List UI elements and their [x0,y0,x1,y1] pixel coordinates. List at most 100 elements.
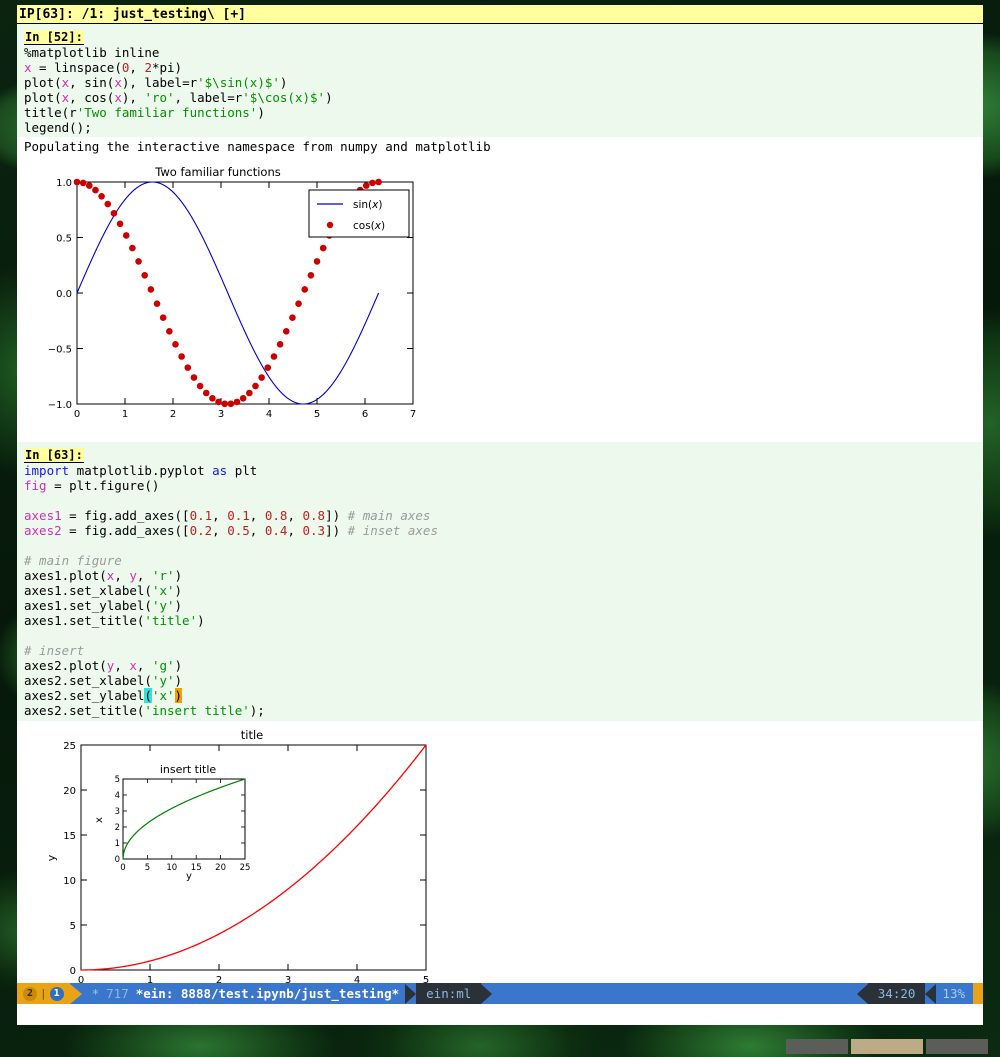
code-line: legend(); [17,120,983,135]
scroll-percent: 13% [942,986,965,1001]
window-number-badge-1[interactable]: 1 [50,987,64,1001]
chart1-title: Two familiar functions [154,165,281,179]
modified-marker: * [92,986,100,1001]
cell-2-prompt-row: In [63]: [17,442,983,463]
svg-text:0: 0 [120,863,125,873]
modeline-arrow-4 [857,984,868,1004]
taskbar-item-3[interactable] [926,1039,988,1054]
code-line: title(r'Two familiar functions') [17,105,983,120]
buffer-name[interactable]: *ein: 8888/test.ipynb/just_testing* [136,986,399,1001]
modeline-end-marker [973,983,983,1004]
chart2-ylabel: y [45,854,58,861]
svg-text:25: 25 [240,863,251,873]
svg-text:0.0: 0.0 [56,289,72,300]
cell-2-prompt[interactable]: In [63]: [24,448,84,463]
cell-1-figure: Two familiar functions 1.0 0.5 0.0 −0.5 … [17,154,983,422]
code-line: axes2 = fig.add_axes([0.2, 0.5, 0.4, 0.3… [17,523,983,538]
code-line: axes2.set_xlabel('y') [17,673,983,688]
svg-text:15: 15 [191,863,202,873]
chart-two-familiar-functions: Two familiar functions 1.0 0.5 0.0 −0.5 … [37,162,437,422]
major-mode: ein:ml [426,986,471,1001]
svg-text:6: 6 [362,409,368,420]
svg-text:1: 1 [115,839,120,849]
svg-text:25: 25 [63,741,76,752]
code-line: axes1.set_ylabel('y') [17,598,983,613]
cell-1-prompt[interactable]: In [52]: [24,30,84,45]
svg-text:0: 0 [115,855,120,865]
svg-text:7: 7 [410,409,416,420]
code-line: import matplotlib.pyplot as plt [17,463,983,478]
notebook-cell-1[interactable]: In [52]: %matplotlib inline x = linspace… [17,24,983,422]
modeline-major-mode-seg[interactable]: ein:ml [416,983,481,1004]
chart2-title: title [241,728,263,742]
code-line [17,628,983,643]
code-line [17,538,983,553]
svg-text:20: 20 [63,786,76,797]
svg-text:0: 0 [70,966,76,977]
notebook-cell-2[interactable]: In [63]: import matplotlib.pyplot as plt… [17,442,983,1004]
line-number: 717 [106,986,129,1001]
mode-line[interactable]: 2 | 1 * 717 *ein: 8888/test.ipynb/just_t… [17,983,983,1004]
svg-text:0.5: 0.5 [56,234,72,245]
modeline-arrow-1 [70,984,82,1004]
svg-text:3: 3 [218,409,224,420]
code-line: axes2.plot(y, x, 'g') [17,658,983,673]
taskbar[interactable] [786,1038,1000,1055]
chart1-legend-sin: sin(x) [353,199,382,211]
svg-text:15: 15 [63,831,76,842]
clock-time: 34:20 [878,986,916,1001]
svg-text:4: 4 [115,791,120,801]
chart2-inset-ylabel: x [94,817,105,823]
svg-text:5: 5 [115,775,120,785]
modeline-buffer-info[interactable]: * 717 *ein: 8888/test.ipynb/just_testing… [82,983,406,1004]
chart1-legend: sin(x) cos(x) [309,190,409,237]
svg-text:3: 3 [115,807,120,817]
modeline-window-numbers[interactable]: 2 | 1 [17,983,70,1004]
svg-text:2: 2 [115,823,120,833]
code-line: plot(x, sin(x), label=r'$\sin(x)$') [17,75,983,90]
svg-text:1.0: 1.0 [56,178,72,189]
chart1-legend-cos: cos(x) [353,220,385,232]
svg-text:20: 20 [215,863,226,873]
code-line: axes1.set_title('title') [17,613,983,628]
svg-text:10: 10 [63,876,76,887]
code-line: axes1.plot(x, y, 'r') [17,568,983,583]
code-line [17,493,983,508]
svg-text:1: 1 [122,409,128,420]
svg-text:−1.0: −1.0 [48,400,72,411]
svg-text:10: 10 [166,863,177,873]
cell-2-source[interactable]: import matplotlib.pyplot as plt fig = pl… [17,463,983,721]
taskbar-item-1[interactable] [786,1039,848,1054]
emacs-frame: IP[63]: /1: just_testing\ [+] In [52]: %… [17,5,983,1025]
code-line: x = linspace(0, 2*pi) [17,60,983,75]
badge-separator: | [40,987,47,1000]
cell-1-output-text: Populating the interactive namespace fro… [17,137,983,154]
code-line: # insert [17,643,983,658]
svg-text:5: 5 [314,409,320,420]
chart2-inset-title: insert title [160,763,217,776]
cell-1-source[interactable]: %matplotlib inline x = linspace(0, 2*pi)… [17,45,983,137]
svg-text:2: 2 [170,409,176,420]
modeline-percent-seg[interactable]: 13% [936,983,973,1004]
cell-2-figure: title y x 25 20 15 10 5 0 [17,721,983,1004]
modeline-arrow-5 [925,984,936,1004]
code-line: axes2.set_ylabel('x') [17,688,983,703]
code-line: axes1 = fig.add_axes([0.1, 0.1, 0.8, 0.8… [17,508,983,523]
text-cursor: ) [175,688,183,703]
modeline-arrow-3 [481,984,492,1004]
minibuffer[interactable] [17,1004,983,1025]
svg-text:5: 5 [145,863,150,873]
header-line: IP[63]: /1: just_testing\ [+] [17,5,983,24]
svg-text:0: 0 [74,409,80,420]
modeline-arrow-2 [405,984,416,1004]
taskbar-item-2[interactable] [851,1039,923,1054]
window-number-badge-2[interactable]: 2 [23,987,37,1001]
notebook-buffer[interactable]: In [52]: %matplotlib inline x = linspace… [17,24,983,1004]
svg-text:−0.5: −0.5 [48,345,72,356]
svg-text:5: 5 [70,921,76,932]
svg-text:4: 4 [266,409,272,420]
code-line: axes1.set_xlabel('x') [17,583,983,598]
modeline-time-seg[interactable]: 34:20 [868,983,926,1004]
code-line: plot(x, cos(x), 'ro', label=r'$\cos(x)$'… [17,90,983,105]
code-line: # main figure [17,553,983,568]
